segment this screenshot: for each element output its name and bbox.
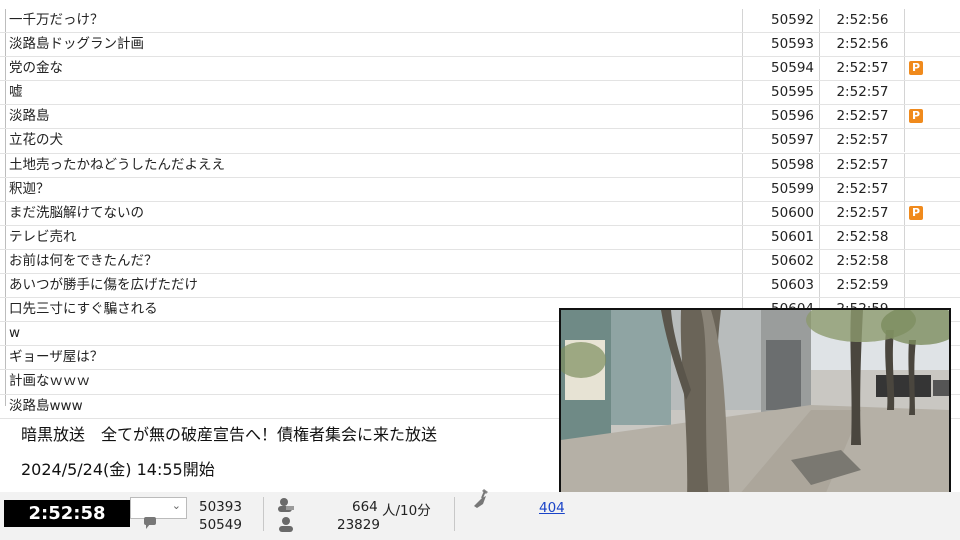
comment-time: 2:52:56 (819, 33, 905, 57)
comment-number: 50600 (742, 201, 818, 225)
comment-text: 土地売ったかねどうしたんだよええ (9, 156, 225, 173)
comment-flag-cell (904, 129, 958, 153)
comment-row[interactable]: あいつが勝手に傷を広げただけ 50603 2:52:59 (0, 274, 960, 299)
comment-flag-cell (904, 274, 958, 298)
comment-text: お前は何をできたんだ？ (9, 252, 158, 269)
comment-text: 嘘 (9, 84, 23, 101)
comment-text: 釈迦？ (9, 180, 50, 197)
chevron-down-icon: ⌄ (171, 499, 181, 512)
comment-text: まだ洗脳解けてないの (9, 204, 144, 221)
comment-text: 党の金な (9, 60, 63, 77)
total-visitors: 23829 (337, 517, 380, 533)
comment-text: 一千万だっけ？ (9, 12, 104, 28)
comment-flag-cell (904, 81, 958, 105)
comment-text: 淡路島ドッグラン計画 (9, 36, 144, 53)
comment-row[interactable]: 党の金な 50594 2:52:57 P (0, 57, 960, 82)
comment-number: 50594 (742, 57, 818, 81)
comment-row[interactable]: お前は何をできたんだ？ 50602 2:52:58 (0, 249, 960, 275)
comment-number: 50592 (742, 9, 818, 32)
comment-flag-cell (904, 177, 958, 201)
comment-time: 2:52:58 (819, 249, 905, 273)
separator (263, 497, 264, 531)
comment-row[interactable]: 淡路島ドッグラン計画 50593 2:52:56 (0, 33, 960, 58)
comment-number: 50601 (742, 225, 818, 249)
comment-row[interactable]: 釈迦？ 50599 2:52:57 (0, 177, 960, 202)
comment-number: 50597 (742, 129, 818, 153)
comment-time: 2:52:57 (819, 81, 905, 105)
comment-time: 2:52:57 (819, 201, 905, 225)
comment-flag-cell (904, 33, 958, 57)
comment-number: 50593 (742, 33, 818, 57)
comment-time: 2:52:57 (819, 129, 905, 153)
comment-flag-cell (904, 249, 958, 273)
comment-row[interactable]: テレビ売れ 50601 2:52:58 (0, 225, 960, 250)
comment-time: 2:52:57 (819, 57, 905, 81)
users-icon (278, 498, 294, 512)
comment-count-b: 50549 (199, 517, 242, 533)
comment-time: 2:52:57 (819, 153, 905, 177)
premium-badge-icon: P (909, 109, 923, 124)
status-link[interactable]: 404 (539, 500, 565, 516)
comment-text: テレビ売れ (9, 228, 77, 245)
comment-flag-cell (904, 153, 958, 177)
comment-text: 立花の犬 (9, 132, 63, 149)
comment-number: 50596 (742, 105, 818, 129)
separator (454, 497, 455, 531)
viewer-count: 664 (352, 499, 378, 515)
comment-number: 50599 (742, 177, 818, 201)
comment-text: あいつが勝手に傷を広げただけ (9, 277, 198, 294)
broadcast-title: 暗黒放送 全てが無の破産宣告へ！債権者集会に来た放送 (21, 425, 438, 444)
broadcast-start: 2024/5/24(金) 14:55開始 (21, 460, 215, 479)
comment-flag-cell: P (904, 105, 958, 129)
comment-row[interactable]: 立花の犬 50597 2:52:57 (0, 129, 960, 154)
comment-number: 50602 (742, 249, 818, 273)
premium-badge-icon: P (909, 61, 923, 76)
comment-time: 2:52:59 (819, 274, 905, 298)
comment-count-a: 50393 (199, 499, 242, 515)
comment-number: 50598 (742, 153, 818, 177)
comment-time: 2:52:57 (819, 105, 905, 129)
comment-time: 2:52:56 (819, 9, 905, 32)
broom-icon[interactable] (470, 486, 494, 516)
comment-flag-cell: P (904, 57, 958, 81)
comment-icon (144, 517, 156, 529)
premium-badge-icon: P (909, 205, 923, 220)
comment-row[interactable]: 一千万だっけ？ 50592 2:52:56 (0, 9, 960, 34)
comment-row[interactable]: まだ洗脳解けてないの 50600 2:52:57 P (0, 201, 960, 226)
comment-number: 50595 (742, 81, 818, 105)
comment-flag-cell (904, 9, 958, 32)
viewer-unit: 人/10分 (382, 503, 431, 519)
comment-flag-cell: P (904, 201, 958, 225)
user-icon (279, 517, 293, 532)
elapsed-clock: 2:52:58 (4, 500, 130, 527)
comment-number: 50603 (742, 274, 818, 298)
comment-time: 2:52:58 (819, 225, 905, 249)
comment-row[interactable]: 淡路島 50596 2:52:57 P (0, 105, 960, 130)
comment-time: 2:52:57 (819, 177, 905, 201)
comment-row[interactable]: 嘘 50595 2:52:57 (0, 81, 960, 106)
comment-flag-cell (904, 225, 958, 249)
comment-row[interactable]: 土地売ったかねどうしたんだよええ 50598 2:52:57 (0, 153, 960, 178)
comment-text: 淡路島 (9, 108, 50, 125)
